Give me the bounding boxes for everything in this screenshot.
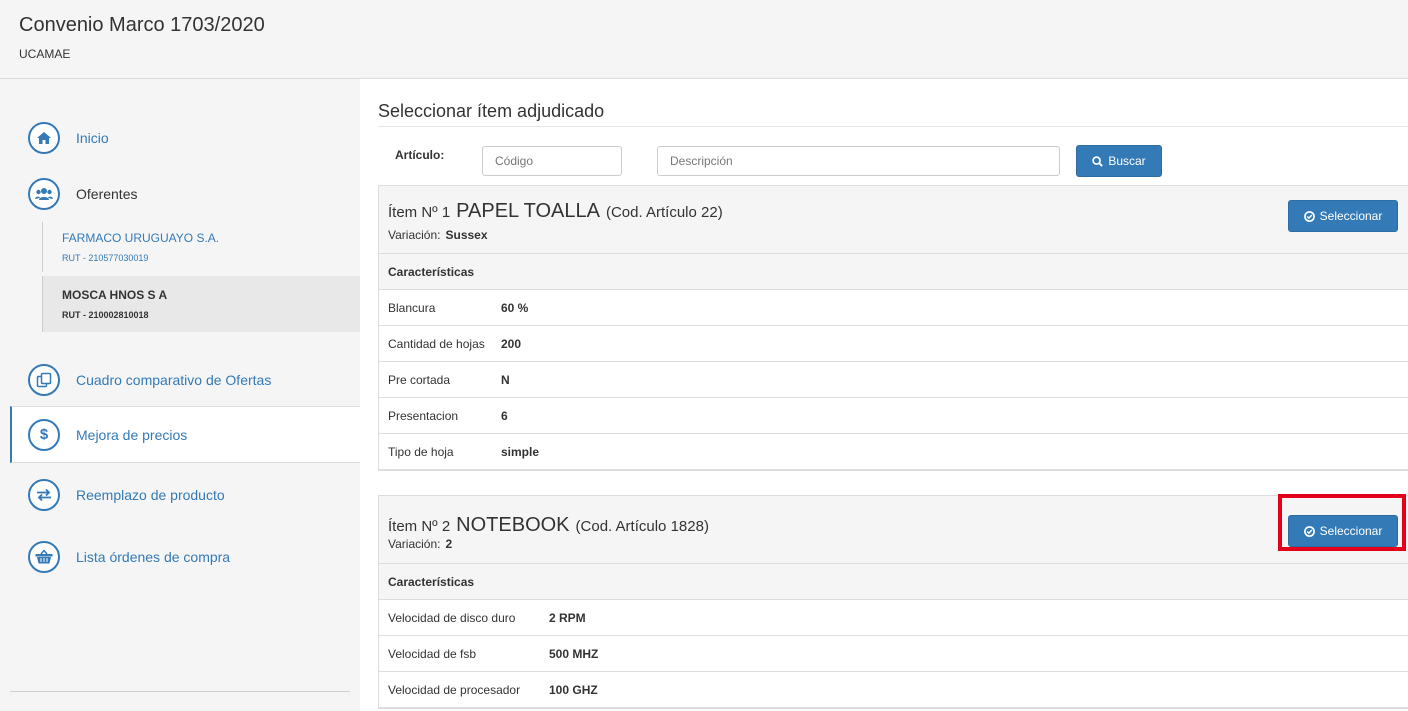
row-key: Presentacion [388,408,459,423]
page-title: Convenio Marco 1703/2020 [19,14,265,36]
page-subtitle: UCAMAE [19,47,71,61]
sidebar: Inicio Oferentes FARMACO URUGUAYO S.A. R… [0,79,360,711]
item-card: Ítem Nº 1 PAPEL TOALLA (Cod. Artículo 22) … [378,185,1408,471]
row-value: simple [501,444,540,459]
variation-label: Variación: [388,228,441,242]
check-circle-icon [1303,210,1315,222]
oferente-rut: RUT - 210002810018 [62,310,149,320]
item-product-name: NOTEBOOK [456,514,570,536]
basket-icon [28,541,60,573]
exchange-icon [28,479,60,511]
item-title: Ítem Nº 2 NOTEBOOK (Cod. Artículo 1828) [388,514,709,537]
description-input[interactable] [657,146,1060,176]
select-item-button[interactable]: Seleccionar [1288,200,1398,232]
search-button-label: Buscar [1108,154,1146,168]
sidebar-item-label: Reemplazo de producto [76,487,225,503]
highlight-box [1278,494,1406,551]
sidebar-item-oferentes[interactable]: Oferentes [10,166,360,222]
item-title: Ítem Nº 1 PAPEL TOALLA (Cod. Artículo 22) [388,200,723,223]
oferente-rut: RUT - 210577030019 [62,253,149,263]
table-row: Velocidad de fsb 500 MHZ [379,636,1408,672]
oferente-item[interactable]: FARMACO URUGUAYO S.A. RUT - 210577030019 [42,222,360,272]
table-row: Tipo de hoja simple [379,434,1408,470]
variation-value: Sussex [445,228,488,242]
sidebar-item-label: Oferentes [76,186,138,202]
row-value: 500 MHZ [549,646,599,661]
row-value: 6 [501,408,508,423]
item-product-name: PAPEL TOALLA [456,200,600,222]
oferente-name: FARMACO URUGUAYO S.A. [62,231,220,245]
main-content: Seleccionar ítem adjudicado Artículo: Bu… [360,79,1408,711]
page-header: Convenio Marco 1703/2020 UCAMAE [0,0,1408,79]
sidebar-item-label: Cuadro comparativo de Ofertas [76,372,272,388]
divider [378,126,1408,127]
row-key: Velocidad de disco duro [388,610,516,625]
row-key: Velocidad de fsb [388,646,477,661]
sidebar-item-reemplazo-producto[interactable]: Reemplazo de producto [10,467,360,523]
search-button[interactable]: Buscar [1076,145,1162,177]
section-title: Seleccionar ítem adjudicado [378,101,605,121]
row-value: 200 [501,336,522,351]
dollar-icon: $ [28,418,60,451]
copy-icon [28,364,60,396]
characteristics-label: Características [388,264,475,279]
sidebar-item-inicio[interactable]: Inicio [10,110,360,166]
row-key: Pre cortada [388,372,451,387]
code-input[interactable] [482,146,622,176]
sidebar-divider [10,691,350,692]
sidebar-item-ordenes-compra[interactable]: Lista órdenes de compra [10,529,360,585]
search-label: Artículo: [395,148,445,162]
item-code: (Cod. Artículo 1828) [575,518,709,535]
item-variation: Variación: Sussex [388,228,488,242]
search-icon [1092,155,1104,167]
variation-label: Variación: [388,537,441,551]
item-variation: Variación: 2 [388,537,452,551]
row-value: 2 RPM [549,610,586,625]
item-card: Ítem Nº 2 NOTEBOOK (Cod. Artículo 1828) Va… [378,495,1408,709]
row-key: Velocidad de procesador [388,682,521,697]
table-row: Velocidad de procesador 100 GHZ [379,672,1408,708]
oferente-name: MOSCA HNOS S A [62,288,168,302]
characteristics-header: Características [379,254,1408,290]
characteristics-label: Características [388,574,475,589]
item-header: Ítem Nº 1 PAPEL TOALLA (Cod. Artículo 22) … [379,186,1408,254]
users-icon [28,178,60,210]
item-number: Ítem Nº 1 [388,204,451,221]
row-key: Cantidad de hojas [388,336,485,351]
row-key: Tipo de hoja [388,444,454,459]
oferente-item-selected[interactable]: MOSCA HNOS S A RUT - 210002810018 [42,276,360,332]
sidebar-item-label: Inicio [76,130,109,146]
sidebar-item-mejora-precios[interactable]: $ Mejora de precios [10,406,360,463]
home-icon [28,122,60,154]
select-button-label: Seleccionar [1319,209,1383,223]
table-row: Cantidad de hojas 200 [379,326,1408,362]
table-row: Pre cortada N [379,362,1408,398]
row-value: 60 % [501,300,529,315]
sidebar-item-cuadro-comparativo[interactable]: Cuadro comparativo de Ofertas [10,352,360,408]
item-code: (Cod. Artículo 22) [605,204,723,221]
item-header: Ítem Nº 2 NOTEBOOK (Cod. Artículo 1828) Va… [379,496,1408,564]
variation-value: 2 [445,537,453,551]
table-row: Presentacion 6 [379,398,1408,434]
row-key: Blancura [388,300,436,315]
sidebar-item-label: Mejora de precios [76,426,188,443]
characteristics-header: Características [379,564,1408,600]
item-number: Ítem Nº 2 [388,518,451,535]
row-value: N [501,372,510,387]
table-row: Velocidad de disco duro 2 RPM [379,600,1408,636]
table-row: Blancura 60 % [379,290,1408,326]
row-value: 100 GHZ [549,682,598,697]
sidebar-item-label: Lista órdenes de compra [76,549,231,565]
